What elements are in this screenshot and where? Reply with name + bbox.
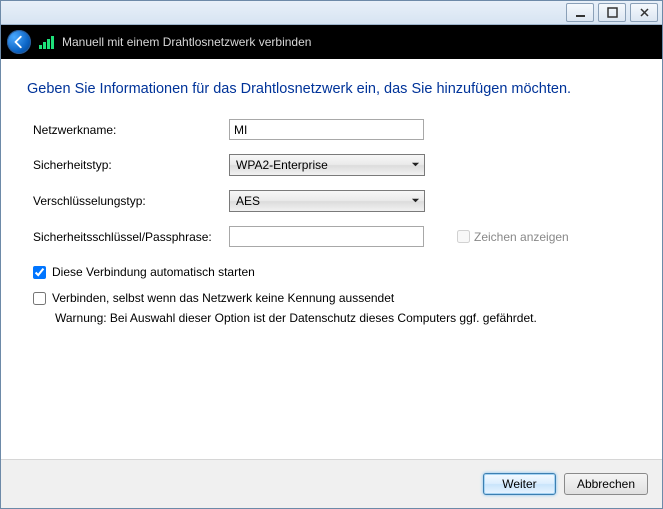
hidden-network-warning: Warnung: Bei Auswahl dieser Option ist d… — [55, 311, 636, 325]
chevron-down-icon — [411, 158, 420, 172]
chevron-down-icon — [411, 194, 420, 208]
close-button[interactable] — [630, 3, 658, 22]
show-characters-label: Zeichen anzeigen — [474, 230, 569, 244]
show-characters-checkbox — [457, 230, 470, 243]
back-button[interactable] — [7, 30, 31, 54]
connect-hidden-option[interactable]: Verbinden, selbst wenn das Netzwerk kein… — [33, 291, 636, 305]
security-type-label: Sicherheitstyp: — [33, 158, 229, 172]
show-characters-option: Zeichen anzeigen — [457, 230, 636, 244]
connect-hidden-checkbox[interactable] — [33, 292, 46, 305]
network-name-label: Netzwerkname: — [33, 123, 229, 137]
wizard-footer: Weiter Abbrechen — [1, 459, 662, 508]
network-name-input[interactable] — [229, 119, 424, 140]
auto-start-option[interactable]: Diese Verbindung automatisch starten — [33, 265, 636, 279]
auto-start-label: Diese Verbindung automatisch starten — [52, 265, 255, 279]
maximize-icon — [607, 7, 618, 18]
wizard-header: Manuell mit einem Drahtlosnetzwerk verbi… — [1, 25, 662, 59]
minimize-icon — [575, 7, 586, 18]
window-controls — [566, 3, 658, 22]
maximize-button[interactable] — [598, 3, 626, 22]
wizard-title: Manuell mit einem Drahtlosnetzwerk verbi… — [62, 35, 311, 49]
passphrase-label: Sicherheitsschlüssel/Passphrase: — [33, 230, 229, 244]
encryption-type-value: AES — [236, 194, 260, 208]
security-type-value: WPA2-Enterprise — [236, 158, 328, 172]
encryption-type-label: Verschlüsselungstyp: — [33, 194, 229, 208]
wizard-body: Geben Sie Informationen für das Drahtlos… — [1, 59, 662, 325]
security-type-select[interactable]: WPA2-Enterprise — [229, 154, 425, 176]
passphrase-input — [229, 226, 424, 247]
wireless-signal-icon — [39, 35, 54, 49]
minimize-button[interactable] — [566, 3, 594, 22]
window-title-bar — [1, 1, 662, 25]
instruction-text: Geben Sie Informationen für das Drahtlos… — [27, 81, 636, 97]
back-arrow-icon — [12, 35, 26, 49]
cancel-button[interactable]: Abbrechen — [564, 473, 648, 495]
wizard-window: Manuell mit einem Drahtlosnetzwerk verbi… — [0, 0, 663, 509]
close-icon — [639, 7, 650, 18]
auto-start-checkbox[interactable] — [33, 266, 46, 279]
form-grid: Netzwerkname: Sicherheitstyp: WPA2-Enter… — [33, 119, 636, 247]
connect-hidden-label: Verbinden, selbst wenn das Netzwerk kein… — [52, 291, 394, 305]
next-button[interactable]: Weiter — [483, 473, 556, 495]
encryption-type-select[interactable]: AES — [229, 190, 425, 212]
